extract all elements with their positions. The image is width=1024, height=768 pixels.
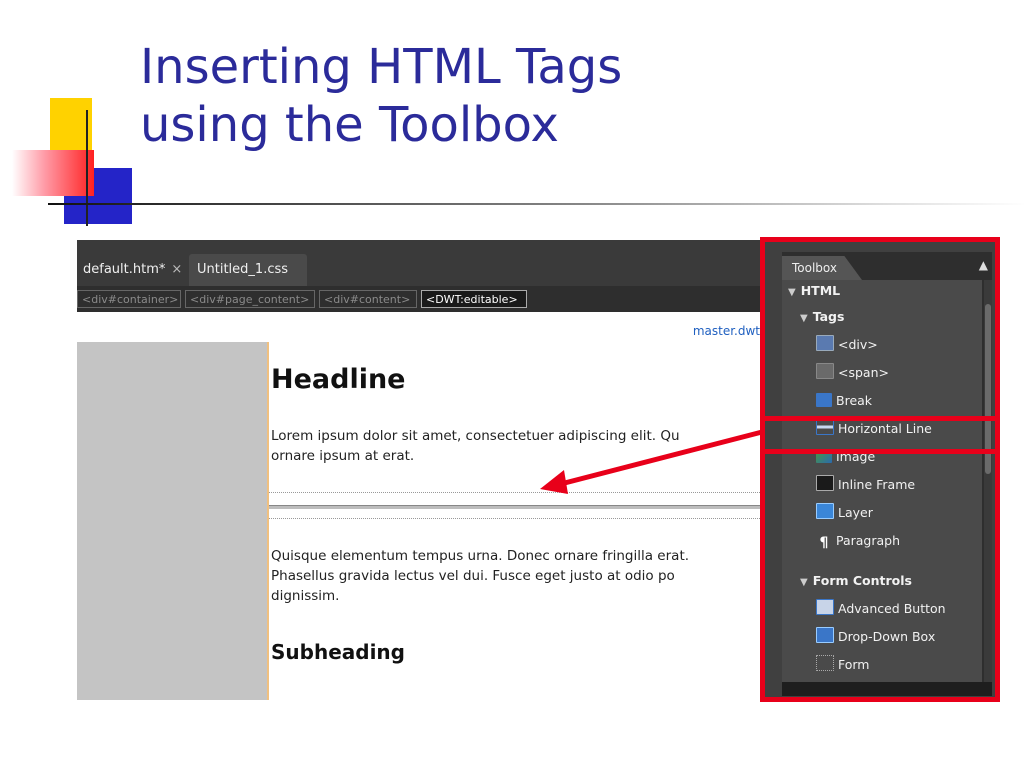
slide-title: Inserting HTML Tags using the Toolbox [140, 38, 622, 154]
document-tab-bar: default.htm* × Untitled_1.css [77, 240, 760, 286]
design-margin [77, 342, 267, 700]
paragraph-2-line-3: dignissim. [271, 588, 340, 604]
paragraph-2-line-2: Phasellus gravida lectus vel dui. Fusce … [271, 568, 675, 584]
tag-breadcrumb: <div#container> <div#page_content> <div#… [77, 286, 760, 312]
breadcrumb-div-container[interactable]: <div#container> [77, 290, 181, 308]
horizontal-rule [269, 505, 760, 509]
slide-title-line-2: using the Toolbox [140, 97, 559, 153]
headline: Headline [271, 364, 406, 395]
tab-default-htm[interactable]: default.htm* × [77, 254, 187, 286]
subheading: Subheading [271, 640, 405, 664]
editor-screenshot: default.htm* × Untitled_1.css <div#contai… [77, 240, 760, 700]
decor-red-gradient [12, 150, 94, 196]
breadcrumb-div-page-content[interactable]: <div#page_content> [185, 290, 315, 308]
dotted-separator [269, 518, 760, 519]
breadcrumb-div-content[interactable]: <div#content> [319, 290, 417, 308]
slide-decoration [0, 0, 1024, 240]
tab-label: default.htm* [83, 262, 166, 277]
slide-title-line-1: Inserting HTML Tags [140, 39, 623, 95]
tab-label: Untitled_1.css [197, 262, 289, 277]
design-view[interactable]: Headline Lorem ipsum dolor sit amet, con… [267, 342, 760, 700]
breadcrumb-dwt-editable[interactable]: <DWT:editable> [421, 290, 527, 308]
decor-horizontal-line [48, 203, 1024, 205]
toolbox-highlight-box [760, 237, 1000, 702]
horizontal-line-highlight-box [760, 416, 1000, 454]
decor-vertical-line [86, 110, 88, 226]
dotted-separator [269, 492, 760, 493]
master-page-bar: master.dwt [77, 312, 760, 343]
tab-untitled-css[interactable]: Untitled_1.css [189, 254, 307, 286]
close-icon[interactable]: × [171, 262, 182, 277]
paragraph-2-line-1: Quisque elementum tempus urna. Donec orn… [271, 548, 690, 564]
paragraph-1-line-1: Lorem ipsum dolor sit amet, consectetuer… [271, 428, 680, 444]
paragraph-1-line-2: ornare ipsum at erat. [271, 448, 415, 464]
master-page-link[interactable]: master.dwt [693, 324, 760, 338]
